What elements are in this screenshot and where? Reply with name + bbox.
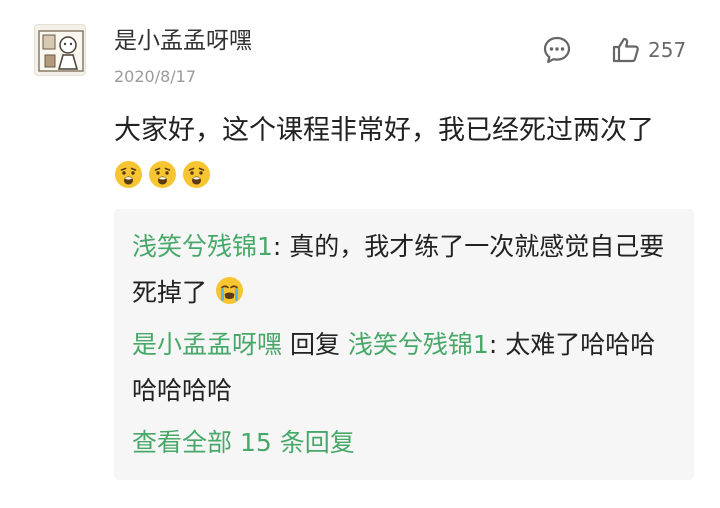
reply-separator: : [272,232,290,261]
view-all-replies-link[interactable]: 查看全部 15 条回复 [132,420,355,466]
like-button[interactable]: 257 [610,34,686,66]
reply-author-link[interactable]: 浅笑兮残锦1 [132,232,273,261]
avatar[interactable] [34,24,86,76]
comment-author-name[interactable]: 是小孟孟呀嘿 [114,26,252,56]
anguished-face-icon [114,160,143,189]
replies-panel: 浅笑兮残锦1: 真的，我才练了一次就感觉自己要死掉了 是小孟孟呀嘿 回复 浅笑兮… [114,209,694,480]
reply-item[interactable]: 浅笑兮残锦1: 真的，我才练了一次就感觉自己要死掉了 [132,224,677,316]
comment-body: 大家好，这个课程非常好，我已经死过两次了 [114,108,694,200]
crying-face-icon [215,276,244,305]
reply-target-link[interactable]: 浅笑兮残锦1 [348,330,489,359]
thumbs-up-icon [612,37,639,63]
comment-text: 大家好，这个课程非常好，我已经死过两次了 [114,115,654,146]
reply-word: 回复 [282,330,348,359]
reply-separator: : [488,330,506,359]
anguished-face-icon [182,160,211,189]
comment-bubble-icon [543,36,571,64]
reply-author-link[interactable]: 是小孟孟呀嘿 [132,330,282,359]
reply-item[interactable]: 是小孟孟呀嘿 回复 浅笑兮残锦1: 太难了哈哈哈哈哈哈哈 [132,322,677,414]
like-count: 257 [648,38,687,62]
comment-date: 2020/8/17 [114,67,197,86]
anguished-face-icon [148,160,177,189]
reply-button[interactable] [541,34,573,66]
